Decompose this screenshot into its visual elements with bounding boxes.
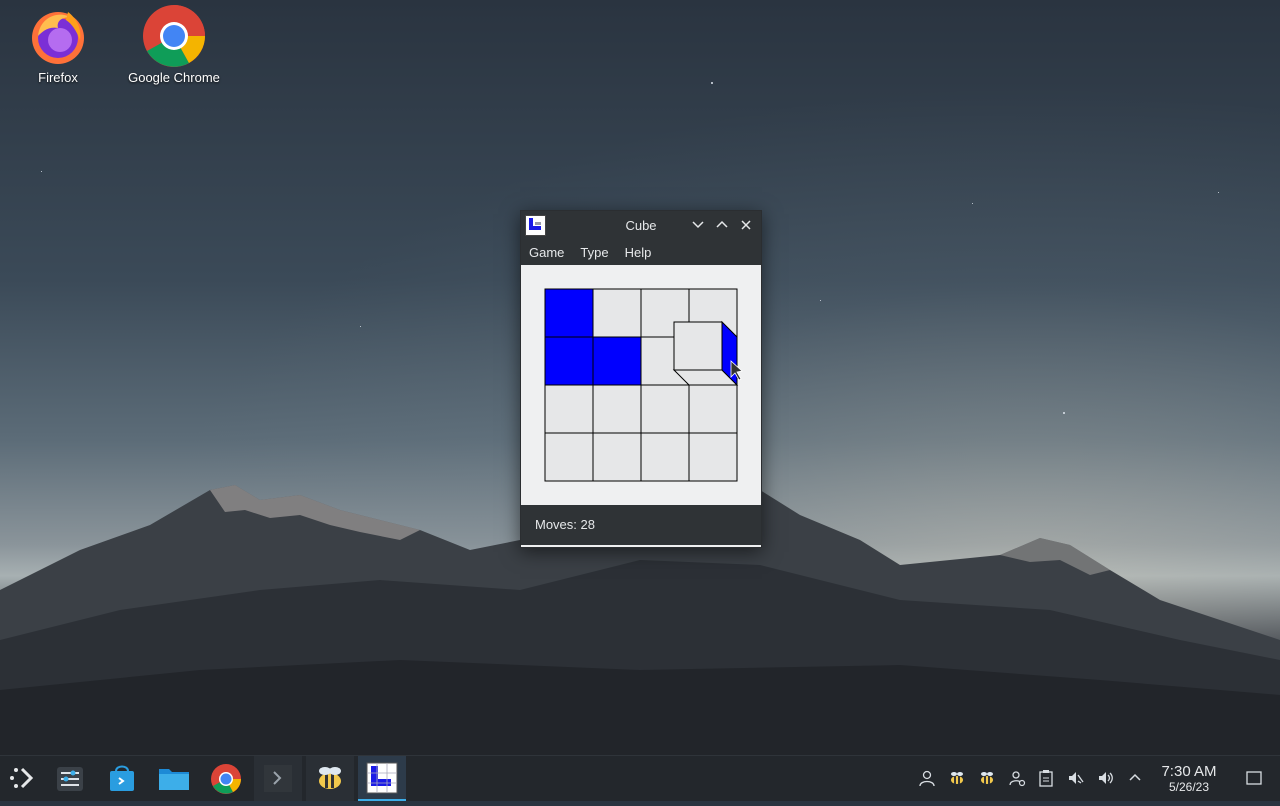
clipboard-icon[interactable] bbox=[1037, 769, 1055, 787]
menu-help[interactable]: Help bbox=[625, 245, 652, 260]
board-cell[interactable] bbox=[544, 384, 594, 434]
folder-icon bbox=[159, 769, 189, 790]
user-icon[interactable] bbox=[918, 769, 936, 787]
maximize-button[interactable] bbox=[713, 216, 731, 234]
clock-date: 5/26/23 bbox=[1168, 780, 1210, 794]
terminal-icon bbox=[264, 765, 292, 792]
volume-muted-icon[interactable] bbox=[1067, 769, 1085, 787]
volume-icon[interactable] bbox=[1097, 769, 1115, 787]
firefox-icon bbox=[28, 6, 88, 66]
cube-window: Cube Game Type Help Moves: 28 bbox=[520, 210, 762, 548]
desktop-icon-label: Firefox bbox=[38, 70, 78, 85]
show-desktop-button[interactable] bbox=[1245, 769, 1263, 787]
desktop-icon-firefox[interactable]: Firefox bbox=[3, 0, 113, 85]
menubar: Game Type Help bbox=[521, 239, 761, 265]
taskbar-settings[interactable] bbox=[46, 756, 94, 801]
taskbar-files[interactable] bbox=[150, 756, 198, 801]
board-cell[interactable] bbox=[544, 432, 594, 482]
show-desktop-icon bbox=[1246, 771, 1262, 785]
desktop-icon-label: Google Chrome bbox=[128, 70, 220, 85]
menu-game[interactable]: Game bbox=[529, 245, 564, 260]
user-switch-icon[interactable] bbox=[1008, 769, 1026, 787]
clock-time: 7:30 AM bbox=[1161, 763, 1217, 780]
chrome-icon bbox=[211, 764, 241, 794]
board-cell[interactable] bbox=[544, 336, 594, 386]
bee-tray-icon[interactable] bbox=[948, 769, 966, 787]
taskbar: 7:30 AM 5/26/23 bbox=[0, 755, 1280, 801]
taskbar-cube[interactable] bbox=[358, 756, 406, 801]
board-cell[interactable] bbox=[640, 432, 690, 482]
desktop-icon-chrome[interactable]: Google Chrome bbox=[119, 0, 229, 85]
game-board-area[interactable] bbox=[521, 265, 761, 505]
board-cell[interactable] bbox=[688, 432, 738, 482]
board-cell[interactable] bbox=[592, 336, 642, 386]
star bbox=[711, 82, 713, 84]
close-button[interactable] bbox=[737, 216, 755, 234]
bee-tray-icon[interactable] bbox=[978, 769, 996, 787]
game-board[interactable] bbox=[521, 265, 761, 505]
taskbar-terminal[interactable] bbox=[254, 756, 302, 801]
chrome-icon bbox=[143, 5, 205, 67]
board-cell[interactable] bbox=[592, 432, 642, 482]
status-bar: Moves: 28 bbox=[521, 505, 761, 545]
board-cell[interactable] bbox=[544, 288, 594, 338]
menu-type[interactable]: Type bbox=[580, 245, 608, 260]
board-cell[interactable] bbox=[592, 384, 642, 434]
tray-expand-chevron-up-icon[interactable] bbox=[1126, 769, 1144, 787]
star bbox=[820, 300, 821, 301]
close-icon bbox=[741, 220, 751, 230]
board-cell[interactable] bbox=[592, 288, 642, 338]
application-launcher[interactable] bbox=[0, 756, 48, 801]
rolling-cube bbox=[672, 320, 739, 387]
star bbox=[360, 326, 361, 327]
star bbox=[41, 171, 42, 172]
chevron-down-icon bbox=[692, 221, 704, 229]
taskbar-bee-app[interactable] bbox=[306, 756, 354, 801]
star bbox=[972, 203, 973, 204]
store-bag-icon bbox=[110, 765, 134, 791]
taskbar-discover[interactable] bbox=[98, 756, 146, 801]
board-cell[interactable] bbox=[640, 384, 690, 434]
moves-counter: Moves: 28 bbox=[535, 517, 595, 532]
star bbox=[1063, 412, 1065, 414]
taskbar-chrome[interactable] bbox=[202, 756, 250, 801]
chevron-up-icon bbox=[716, 220, 728, 228]
launcher-icon bbox=[10, 767, 34, 789]
star bbox=[1218, 192, 1219, 193]
window-titlebar[interactable]: Cube bbox=[521, 211, 761, 239]
digital-clock[interactable]: 7:30 AM 5/26/23 bbox=[1150, 763, 1228, 795]
board-cell[interactable] bbox=[688, 384, 738, 434]
settings-icon bbox=[57, 767, 83, 791]
cube-app-icon bbox=[366, 762, 398, 794]
minimize-button[interactable] bbox=[689, 216, 707, 234]
bee-icon bbox=[319, 767, 341, 789]
